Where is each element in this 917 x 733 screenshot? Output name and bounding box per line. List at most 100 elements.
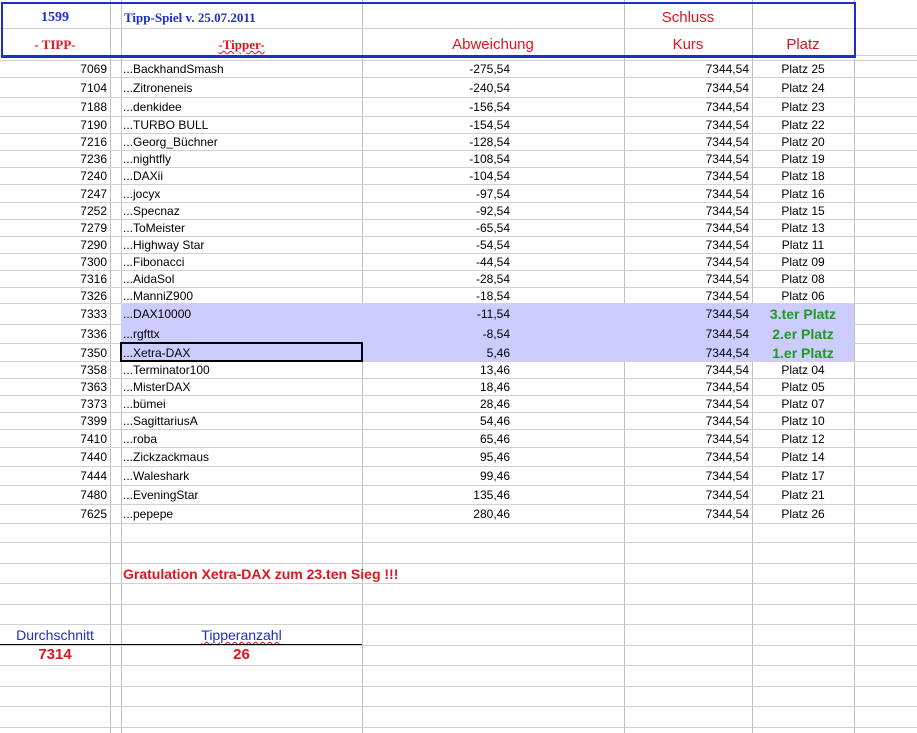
kurs-cell[interactable]: 7344,54 <box>624 151 749 168</box>
platz-cell[interactable]: Platz 22 <box>752 117 854 134</box>
tipp-cell[interactable]: 7279 <box>0 220 107 237</box>
platz-cell[interactable]: Platz 26 <box>752 506 854 523</box>
platz-cell[interactable]: Platz 21 <box>752 487 854 504</box>
kurs-cell[interactable]: 7344,54 <box>624 203 749 220</box>
platz-cell[interactable]: Platz 04 <box>752 362 854 379</box>
tipp-cell[interactable]: 7444 <box>0 468 107 485</box>
tipper-cell[interactable]: ...DAX10000 <box>123 306 361 323</box>
tipper-cell[interactable]: ...Fibonacci <box>123 254 361 271</box>
platz-cell[interactable]: Platz 20 <box>752 134 854 151</box>
tipper-cell[interactable]: ...Georg_Büchner <box>123 134 361 151</box>
tipp-cell[interactable]: 7480 <box>0 487 107 504</box>
tipper-cell[interactable]: ...EveningStar <box>123 487 361 504</box>
tipp-cell[interactable]: 7290 <box>0 237 107 254</box>
abweichung-cell[interactable]: -156,54 <box>362 99 510 116</box>
tipp-cell[interactable]: 7358 <box>0 362 107 379</box>
abweichung-cell[interactable]: 99,46 <box>362 468 510 485</box>
abweichung-cell[interactable]: -65,54 <box>362 220 510 237</box>
platz-cell[interactable]: Platz 16 <box>752 186 854 203</box>
abweichung-cell[interactable]: -44,54 <box>362 254 510 271</box>
tipper-cell[interactable]: ...AidaSol <box>123 271 361 288</box>
kurs-cell[interactable]: 7344,54 <box>624 306 749 323</box>
platz-cell[interactable]: Platz 17 <box>752 468 854 485</box>
abweichung-cell[interactable]: -128,54 <box>362 134 510 151</box>
tipper-cell[interactable]: ...ToMeister <box>123 220 361 237</box>
kurs-cell[interactable]: 7344,54 <box>624 468 749 485</box>
tipp-cell[interactable]: 7373 <box>0 396 107 413</box>
kurs-cell[interactable]: 7344,54 <box>624 379 749 396</box>
abweichung-cell[interactable]: -275,54 <box>362 61 510 78</box>
tipper-cell[interactable]: ...denkidee <box>123 99 361 116</box>
kurs-cell[interactable]: 7344,54 <box>624 362 749 379</box>
kurs-cell[interactable]: 7344,54 <box>624 413 749 430</box>
platz-cell[interactable]: 3.ter Platz <box>752 306 854 323</box>
kurs-cell[interactable]: 7344,54 <box>624 431 749 448</box>
kurs-cell[interactable]: 7344,54 <box>624 449 749 466</box>
abweichung-cell[interactable]: -97,54 <box>362 186 510 203</box>
tipp-cell[interactable]: 7326 <box>0 288 107 305</box>
tipp-cell[interactable]: 7333 <box>0 306 107 323</box>
platz-cell[interactable]: Platz 15 <box>752 203 854 220</box>
abweichung-cell[interactable]: 280,46 <box>362 506 510 523</box>
tipper-cell[interactable]: ...pepepe <box>123 506 361 523</box>
platz-cell[interactable]: Platz 14 <box>752 449 854 466</box>
platz-cell[interactable]: Platz 19 <box>752 151 854 168</box>
platz-cell[interactable]: Platz 24 <box>752 80 854 97</box>
tipp-cell[interactable]: 7216 <box>0 134 107 151</box>
abweichung-cell[interactable]: -104,54 <box>362 168 510 185</box>
tipp-cell[interactable]: 7300 <box>0 254 107 271</box>
tipp-cell[interactable]: 7410 <box>0 431 107 448</box>
tipper-cell[interactable]: ...bümei <box>123 396 361 413</box>
kurs-cell[interactable]: 7344,54 <box>624 487 749 504</box>
kurs-cell[interactable]: 7344,54 <box>624 220 749 237</box>
kurs-cell[interactable]: 7344,54 <box>624 237 749 254</box>
tipp-cell[interactable]: 7188 <box>0 99 107 116</box>
tipp-cell[interactable]: 7247 <box>0 186 107 203</box>
abweichung-cell[interactable]: 5,46 <box>362 345 510 362</box>
kurs-cell[interactable]: 7344,54 <box>624 345 749 362</box>
platz-cell[interactable]: 2.er Platz <box>752 326 854 343</box>
abweichung-cell[interactable]: 54,46 <box>362 413 510 430</box>
tipp-cell[interactable]: 7363 <box>0 379 107 396</box>
platz-cell[interactable]: Platz 12 <box>752 431 854 448</box>
abweichung-cell[interactable]: -108,54 <box>362 151 510 168</box>
kurs-cell[interactable]: 7344,54 <box>624 99 749 116</box>
tipp-cell[interactable]: 7104 <box>0 80 107 97</box>
abweichung-cell[interactable]: -18,54 <box>362 288 510 305</box>
tipper-cell[interactable]: ...roba <box>123 431 361 448</box>
tipper-cell[interactable]: ...rgfttx <box>123 326 361 343</box>
tipper-cell[interactable]: ...TURBO BULL <box>123 117 361 134</box>
tipp-cell[interactable]: 7240 <box>0 168 107 185</box>
abweichung-cell[interactable]: 65,46 <box>362 431 510 448</box>
kurs-cell[interactable]: 7344,54 <box>624 61 749 78</box>
tipper-cell[interactable]: ...nightfly <box>123 151 361 168</box>
tipper-cell[interactable]: ...jocyx <box>123 186 361 203</box>
selected-cell[interactable] <box>120 342 363 362</box>
platz-cell[interactable]: Platz 10 <box>752 413 854 430</box>
tipper-cell[interactable]: ...Highway Star <box>123 237 361 254</box>
abweichung-cell[interactable]: 28,46 <box>362 396 510 413</box>
platz-cell[interactable]: Platz 07 <box>752 396 854 413</box>
kurs-cell[interactable]: 7344,54 <box>624 506 749 523</box>
abweichung-cell[interactable]: -8,54 <box>362 326 510 343</box>
platz-cell[interactable]: Platz 09 <box>752 254 854 271</box>
tipper-cell[interactable]: ...Waleshark <box>123 468 361 485</box>
tipper-cell[interactable]: ...Specnaz <box>123 203 361 220</box>
tipper-cell[interactable]: ...Terminator100 <box>123 362 361 379</box>
platz-cell[interactable]: 1.er Platz <box>752 345 854 362</box>
abweichung-cell[interactable]: 95,46 <box>362 449 510 466</box>
abweichung-cell[interactable]: -240,54 <box>362 80 510 97</box>
abweichung-cell[interactable]: 135,46 <box>362 487 510 504</box>
kurs-cell[interactable]: 7344,54 <box>624 80 749 97</box>
abweichung-cell[interactable]: 18,46 <box>362 379 510 396</box>
tipper-cell[interactable]: ...ManniZ900 <box>123 288 361 305</box>
kurs-cell[interactable]: 7344,54 <box>624 117 749 134</box>
kurs-cell[interactable]: 7344,54 <box>624 168 749 185</box>
tipper-cell[interactable]: ...Zitroneneis <box>123 80 361 97</box>
kurs-cell[interactable]: 7344,54 <box>624 288 749 305</box>
platz-cell[interactable]: Platz 06 <box>752 288 854 305</box>
platz-cell[interactable]: Platz 08 <box>752 271 854 288</box>
tipper-cell[interactable]: ...MisterDAX <box>123 379 361 396</box>
tipp-cell[interactable]: 7440 <box>0 449 107 466</box>
tipp-cell[interactable]: 7252 <box>0 203 107 220</box>
